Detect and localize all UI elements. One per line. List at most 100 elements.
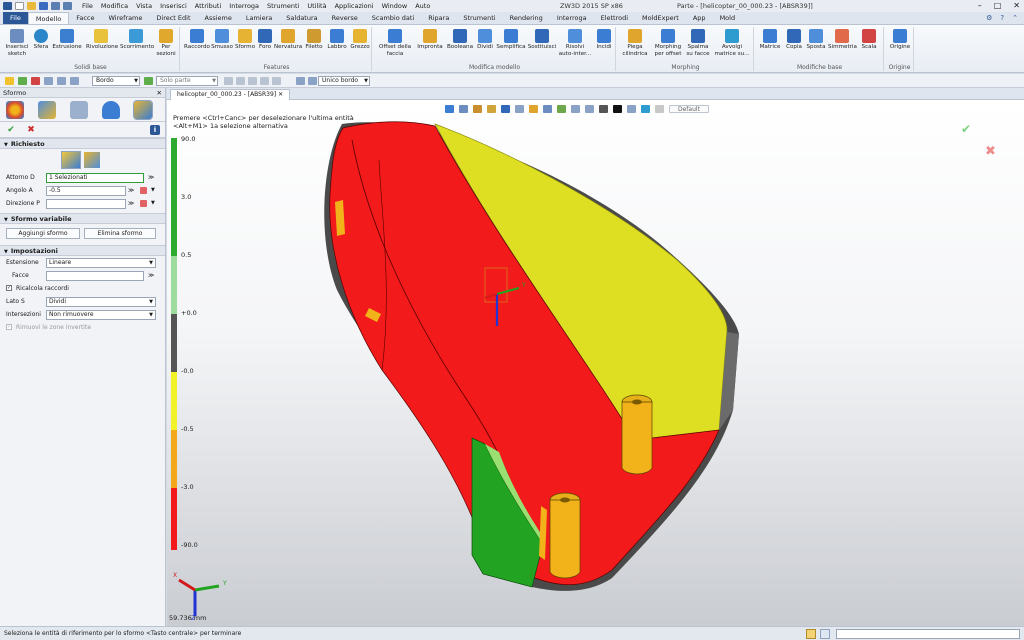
- simmetria-button[interactable]: Simmetria: [828, 29, 857, 51]
- tab-assieme[interactable]: Assieme: [198, 12, 239, 24]
- help-icon[interactable]: ?: [1000, 14, 1004, 22]
- menu-item-strumenti[interactable]: Strumenti: [267, 2, 299, 10]
- origine-button[interactable]: Origine: [888, 29, 912, 51]
- tab-lamiera[interactable]: Lamiera: [239, 12, 279, 24]
- booleana-button[interactable]: Booleana: [446, 29, 474, 51]
- expand-icon[interactable]: ≫: [148, 174, 154, 181]
- menu-item-attributi[interactable]: Attributi: [195, 2, 222, 10]
- expand-icon[interactable]: ≫: [128, 200, 134, 207]
- intersezioni-select[interactable]: Non rimuovere ▼: [46, 310, 156, 320]
- risolvi-button[interactable]: Risolvi auto-inter...: [558, 29, 592, 57]
- menu-item-window[interactable]: Window: [382, 2, 408, 10]
- menu-item-inserisci[interactable]: Inserisci: [160, 2, 187, 10]
- draft-tab-icon[interactable]: [133, 99, 153, 120]
- sostituisci-button[interactable]: Sostituisci: [527, 29, 557, 51]
- semplifica-button[interactable]: Semplifica: [496, 29, 526, 51]
- status-filter-icon[interactable]: [806, 629, 816, 639]
- filter-select-unico-bordo[interactable]: Unico bordo ▼: [318, 76, 370, 86]
- tab-saldatura[interactable]: Saldatura: [279, 12, 324, 24]
- viewport-ok-check-icon[interactable]: ✔: [961, 122, 971, 136]
- pick-options-icon[interactable]: [57, 77, 66, 85]
- command-input[interactable]: [836, 629, 1020, 639]
- maximize-icon[interactable]: □: [994, 1, 1002, 10]
- draft-face-icon[interactable]: [61, 151, 81, 169]
- attorno-field[interactable]: 1 Selezionati: [46, 173, 144, 183]
- settings-icon[interactable]: ⚙: [986, 14, 992, 22]
- filetto-button[interactable]: Filetto: [303, 29, 325, 51]
- estensione-select[interactable]: Lineare ▼: [46, 258, 156, 268]
- menu-item-file[interactable]: File: [82, 2, 93, 10]
- copia-button[interactable]: Copia: [784, 29, 804, 51]
- tab-facce[interactable]: Facce: [69, 12, 101, 24]
- redo-icon[interactable]: [63, 2, 72, 10]
- measure-icon[interactable]: [140, 187, 147, 194]
- angolo-field[interactable]: -0.5: [46, 186, 126, 196]
- sfera-button[interactable]: Sfera: [32, 29, 50, 51]
- save-icon[interactable]: [39, 2, 48, 10]
- tab-mold[interactable]: Mold: [713, 12, 743, 24]
- chain-tools-icon[interactable]: [224, 77, 233, 85]
- foro-button[interactable]: Foro: [257, 29, 273, 51]
- incidi-button[interactable]: Incidi: [593, 29, 615, 51]
- facce-field[interactable]: [46, 271, 144, 281]
- new-icon[interactable]: [15, 2, 24, 10]
- undo-icon[interactable]: [51, 2, 60, 10]
- tab-modello[interactable]: Modello: [27, 12, 70, 24]
- status-grid-icon[interactable]: [820, 629, 830, 639]
- app-icon[interactable]: [3, 2, 12, 10]
- view-icon[interactable]: [102, 100, 120, 119]
- cancel-x-icon[interactable]: ✖: [26, 125, 36, 135]
- lato-select[interactable]: Dividi ▼: [46, 297, 156, 307]
- viewport-cancel-x-icon[interactable]: ✖: [985, 144, 996, 159]
- tab-reverse[interactable]: Reverse: [325, 12, 365, 24]
- menu-item-utilita[interactable]: Utilità: [307, 2, 326, 10]
- menu-item-interroga[interactable]: Interroga: [229, 2, 259, 10]
- menu-item-applicazioni[interactable]: Applicazioni: [335, 2, 374, 10]
- scala-button[interactable]: Scala: [858, 29, 880, 51]
- morphing-offset-button[interactable]: Morphing per offset: [652, 29, 684, 57]
- nervatura-button[interactable]: Nervatura: [274, 29, 302, 51]
- ok-check-icon[interactable]: ✔: [6, 125, 16, 135]
- pick-icon[interactable]: [5, 77, 14, 85]
- smusso-button[interactable]: Smusso: [211, 29, 233, 51]
- tab-strumenti[interactable]: Strumenti: [456, 12, 502, 24]
- tab-file[interactable]: File: [3, 12, 28, 24]
- document-tab[interactable]: helicopter_00_000.23 - [ABSR39] ✕: [170, 89, 291, 100]
- menu-item-vista[interactable]: Vista: [136, 2, 152, 10]
- pick-chain-icon[interactable]: [70, 77, 79, 85]
- rimuovi-checkbox[interactable]: ✓: [6, 324, 12, 330]
- sformo-button[interactable]: Sformo: [234, 29, 256, 51]
- expand-icon[interactable]: ≫: [148, 272, 154, 279]
- tab-wireframe[interactable]: Wireframe: [101, 12, 149, 24]
- tab-rendering[interactable]: Rendering: [503, 12, 550, 24]
- dividi-button[interactable]: Dividi: [475, 29, 495, 51]
- part-filter-icon[interactable]: [144, 77, 153, 85]
- tab-moldexpert[interactable]: MoldExpert: [635, 12, 686, 24]
- edge-mode-icon[interactable]: [296, 77, 305, 85]
- rivoluzione-button[interactable]: Rivoluzione: [86, 29, 118, 51]
- grezzo-button[interactable]: Grezzo: [349, 29, 371, 51]
- scorrimento-button[interactable]: Scorrimento: [120, 29, 154, 51]
- edge-tools-icon[interactable]: [236, 77, 245, 85]
- close-icon[interactable]: ✕: [1013, 1, 1020, 10]
- palette-icon[interactable]: [6, 100, 24, 119]
- aggiungi-sformo-button[interactable]: Aggiungi sformo: [6, 228, 80, 239]
- menu-item-auto[interactable]: Auto: [415, 2, 430, 10]
- ricalcola-checkbox[interactable]: ✓: [6, 285, 12, 291]
- inserisci-sketch-button[interactable]: Inserisci sketch: [4, 29, 30, 57]
- piega-cilindrica-button[interactable]: Piega cilindrica: [620, 29, 650, 57]
- section-richiesto[interactable]: ▼ Richiesto: [0, 138, 165, 149]
- expand-icon[interactable]: ≫: [128, 187, 134, 194]
- tab-ripara[interactable]: Ripara: [421, 12, 456, 24]
- pick-add-icon[interactable]: [18, 77, 27, 85]
- chevron-down-icon[interactable]: ▼: [151, 200, 155, 206]
- single-edge-icon[interactable]: [308, 77, 317, 85]
- body-tools-icon[interactable]: [272, 77, 281, 85]
- section-impostazioni[interactable]: ▼ Impostazioni: [0, 245, 165, 256]
- close-tab-icon[interactable]: ✕: [278, 91, 283, 98]
- pick-remove-icon[interactable]: [31, 77, 40, 85]
- draft-edge-icon[interactable]: [84, 152, 100, 168]
- pick-filter-icon[interactable]: [44, 77, 53, 85]
- filter-select-bordo[interactable]: Bordo ▼: [92, 76, 140, 86]
- elimina-sformo-button[interactable]: Elimina sformo: [84, 228, 156, 239]
